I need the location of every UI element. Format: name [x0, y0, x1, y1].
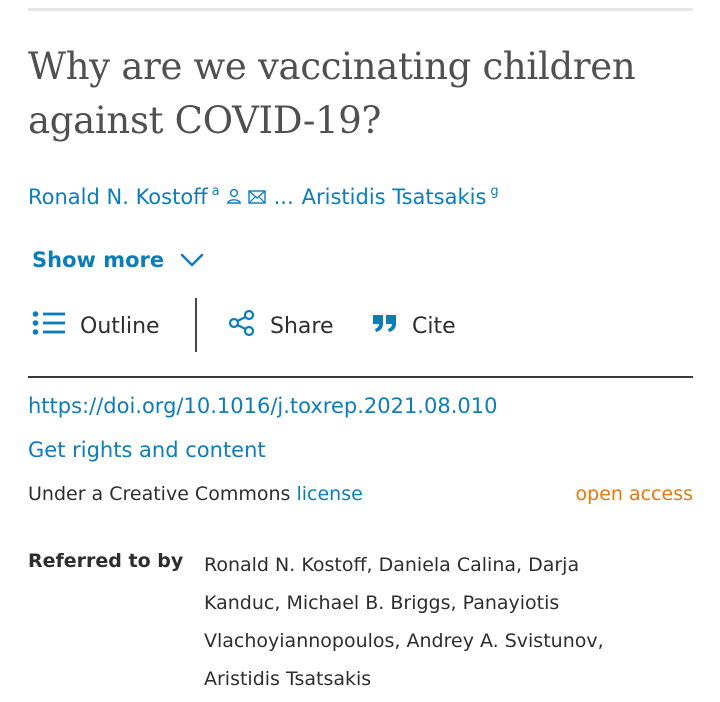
article-toolbar: Outline Share Cite	[28, 298, 693, 354]
quote-icon	[372, 312, 398, 340]
outline-button[interactable]: Outline	[32, 308, 160, 344]
article-title: Why are we vaccinating children against …	[28, 45, 636, 142]
license-prefix: Under a Creative Commons	[28, 483, 291, 505]
toolbar-divider	[195, 298, 197, 352]
cite-label: Cite	[412, 313, 456, 339]
author-link-first[interactable]: Ronald N. Kostoff	[28, 185, 208, 209]
cite-button[interactable]: Cite	[372, 308, 456, 344]
doi-link[interactable]: https://doi.org/10.1016/j.toxrep.2021.08…	[28, 394, 497, 418]
license-line: Under a Creative Commons license open ac…	[28, 483, 693, 511]
referred-label: Referred to by	[28, 550, 184, 572]
share-icon	[228, 309, 256, 343]
license-link[interactable]: license	[296, 483, 362, 505]
open-access-badge: open access	[575, 483, 693, 505]
person-icon[interactable]	[226, 185, 242, 209]
affiliation-marker-last[interactable]: g	[490, 184, 498, 199]
share-button[interactable]: Share	[228, 308, 334, 344]
author-link-last[interactable]: Aristidis Tsatsakis	[302, 185, 487, 209]
list-icon	[32, 310, 66, 342]
show-more-button[interactable]: Show more	[32, 243, 204, 277]
show-more-label: Show more	[32, 248, 165, 272]
author-list: Ronald N. Kostoff a ... Aristidis Tsatsa…	[28, 182, 499, 212]
chevron-down-icon	[180, 248, 204, 272]
author-ellipsis[interactable]: ...	[274, 185, 294, 209]
outline-label: Outline	[80, 313, 160, 339]
top-divider	[28, 8, 693, 11]
section-divider	[28, 376, 693, 378]
rights-link[interactable]: Get rights and content	[28, 438, 266, 462]
share-label: Share	[270, 313, 334, 339]
referred-authors[interactable]: Ronald N. Kostoff, Daniela Calina, Darja…	[204, 546, 644, 698]
envelope-icon[interactable]	[247, 185, 266, 209]
affiliation-marker-first[interactable]: a	[212, 184, 220, 199]
